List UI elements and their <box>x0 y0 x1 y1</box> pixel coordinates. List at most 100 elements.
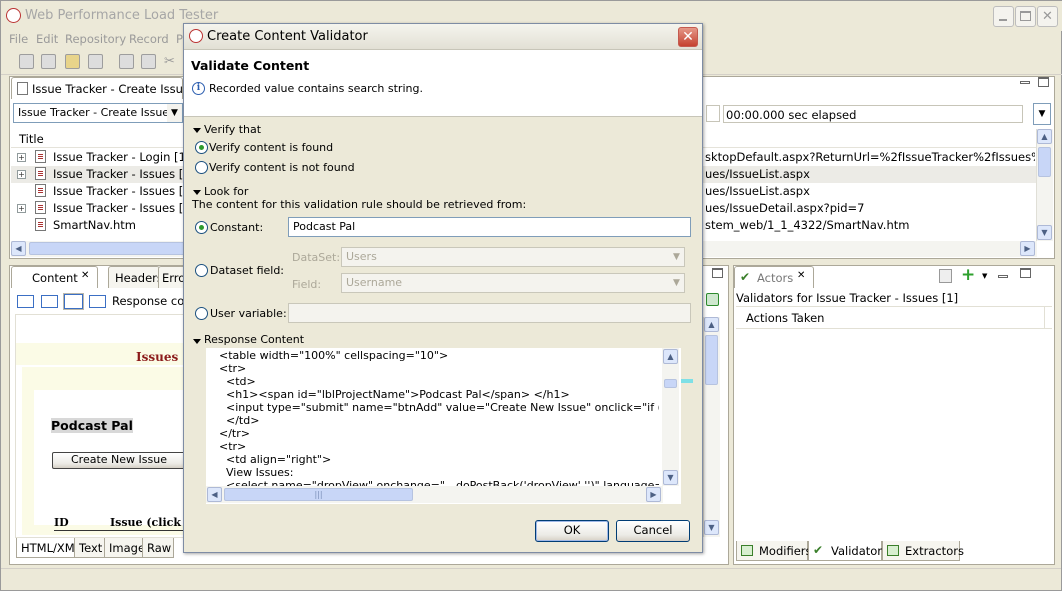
code-line: <td> <box>219 375 256 388</box>
code-hscrollbar[interactable]: ◀ ||| ▶ <box>206 486 663 503</box>
scroll-up-button[interactable]: ▲ <box>1037 129 1052 144</box>
project-name: Podcast Pal <box>51 418 133 433</box>
save-icon[interactable] <box>88 54 103 69</box>
code-line: <td align="right"> <box>219 453 332 466</box>
dataset-radio[interactable] <box>195 264 208 277</box>
tab-extractors[interactable]: Extractors <box>882 541 964 561</box>
check-icon: ✔ <box>813 543 824 557</box>
tab-raw[interactable]: Raw <box>142 538 174 558</box>
menu-file[interactable]: File <box>9 32 28 46</box>
close-icon[interactable]: ✕ <box>797 270 805 281</box>
constant-radio[interactable] <box>195 221 208 234</box>
dataset-select[interactable]: Users ▼ <box>341 247 685 267</box>
maximize-view-icon[interactable] <box>1038 77 1049 87</box>
tab-text[interactable]: Text <box>74 538 106 558</box>
actions-taken-header[interactable]: Actions Taken <box>746 311 824 325</box>
cut-icon[interactable]: ✂ <box>164 54 175 69</box>
scroll-down-button[interactable]: ▼ <box>1037 225 1052 240</box>
expand-icon[interactable]: + <box>17 170 26 179</box>
user-variable-label[interactable]: User variable: <box>210 307 287 320</box>
refresh-icon[interactable] <box>706 293 719 306</box>
maximize-view-icon[interactable] <box>712 268 723 278</box>
issue-column-header: Issue (click t <box>110 516 190 529</box>
maximize-view-icon[interactable] <box>1020 268 1031 278</box>
scroll-up-button[interactable]: ▲ <box>704 317 719 332</box>
cancel-button[interactable]: Cancel <box>616 520 690 542</box>
case-combo[interactable]: Issue Tracker - Create Issues ▼ <box>13 103 183 123</box>
tab-headers[interactable]: Headers <box>108 266 163 288</box>
constant-input[interactable]: Podcast Pal <box>288 217 691 237</box>
copy-icon[interactable] <box>119 54 134 69</box>
tree-scrollbar[interactable]: ▲ ▼ <box>1036 129 1053 241</box>
tab-validators[interactable]: ✔ Validators <box>808 541 888 561</box>
expand-icon[interactable]: + <box>17 204 26 213</box>
check-icon: ✔ <box>740 270 751 284</box>
tab-image[interactable]: Image <box>104 538 145 558</box>
tab-actors[interactable]: ✔ Actors ✕ <box>734 266 814 288</box>
menu-truncated[interactable]: P <box>176 32 183 46</box>
table-header-line <box>736 328 1052 329</box>
menu-repository[interactable]: Repository <box>65 32 126 46</box>
user-variable-radio[interactable] <box>195 307 208 320</box>
close-icon[interactable]: ✕ <box>81 270 89 281</box>
scroll-right-button[interactable]: ▶ <box>646 487 661 502</box>
browser-view: Issues Podcast Pal Create New Issue ID I… <box>15 314 190 538</box>
minimize-view-icon[interactable] <box>998 275 1008 278</box>
elapsed-dropdown[interactable]: ▼ <box>1033 103 1051 125</box>
scroll-right-button[interactable]: ▶ <box>1020 241 1035 256</box>
look-section-toggle[interactable] <box>193 190 201 195</box>
expand-icon[interactable]: + <box>17 153 26 162</box>
highlight-marker <box>681 379 693 383</box>
scroll-thumb[interactable] <box>1038 147 1051 177</box>
layout-icon[interactable] <box>41 295 58 308</box>
tab-content[interactable]: Content ✕ <box>11 266 98 288</box>
chevron-down-icon[interactable]: ▼ <box>982 272 987 280</box>
constant-label[interactable]: Constant: <box>210 221 263 234</box>
open-icon[interactable] <box>41 54 56 69</box>
ok-button[interactable]: OK <box>535 520 609 542</box>
maximize-button[interactable] <box>1015 6 1036 27</box>
app-icon <box>189 29 203 43</box>
tree-row-label: Issue Tracker - Issues [3] <box>53 201 196 215</box>
new-icon[interactable] <box>19 54 34 69</box>
scroll-thumb[interactable] <box>705 335 718 385</box>
tab-html-xml[interactable]: HTML/XML <box>16 538 81 558</box>
verify-not-found-radio[interactable] <box>195 161 208 174</box>
add-icon[interactable]: + <box>961 265 975 285</box>
minimize-view-icon[interactable] <box>1020 81 1030 84</box>
verify-found-radio[interactable] <box>195 141 208 154</box>
verify-not-found-label[interactable]: Verify content is not found <box>209 161 355 174</box>
layout-icon[interactable] <box>89 295 106 308</box>
scroll-thumb[interactable] <box>664 379 677 388</box>
verify-found-label[interactable]: Verify content is found <box>209 141 333 154</box>
user-variable-input[interactable] <box>288 303 691 323</box>
menu-edit[interactable]: Edit <box>36 32 58 46</box>
dialog-close-button[interactable]: ✕ <box>678 27 698 47</box>
title-column-header[interactable]: Title <box>19 132 44 146</box>
edit-icon[interactable] <box>939 269 952 283</box>
scroll-up-button[interactable]: ▲ <box>663 349 678 364</box>
case-combo-value: Issue Tracker - Create Issues <box>18 106 175 119</box>
verify-section-toggle[interactable] <box>193 128 201 133</box>
content-scrollbar[interactable]: ▲ ▼ <box>703 317 720 537</box>
create-new-issue-button[interactable]: Create New Issue <box>52 452 186 469</box>
folder-icon[interactable] <box>65 54 80 69</box>
minimize-button[interactable] <box>993 6 1014 27</box>
scroll-down-button[interactable]: ▼ <box>663 470 678 485</box>
menu-record[interactable]: Record <box>129 32 169 46</box>
close-window-button[interactable]: ✕ <box>1037 6 1058 27</box>
scroll-left-button[interactable]: ◀ <box>207 487 222 502</box>
scroll-down-button[interactable]: ▼ <box>704 520 719 535</box>
layout-icon[interactable] <box>64 294 83 309</box>
tab-editor[interactable]: Issue Tracker - Create Issues <box>11 77 196 99</box>
code-vscrollbar[interactable]: ▲ ▼ <box>662 348 679 486</box>
dataset-label[interactable]: Dataset field: <box>210 264 284 277</box>
response-section-toggle[interactable] <box>193 339 201 344</box>
field-select[interactable]: Username ▼ <box>341 273 685 293</box>
tab-modifiers[interactable]: Modifiers <box>736 541 812 561</box>
scroll-left-button[interactable]: ◀ <box>11 241 26 256</box>
hscroll-thumb[interactable]: ||| <box>224 488 413 501</box>
layout-icon[interactable] <box>17 295 34 308</box>
editor-tab-label: Issue Tracker - Create Issues <box>32 82 196 96</box>
paste-icon[interactable] <box>141 54 156 69</box>
